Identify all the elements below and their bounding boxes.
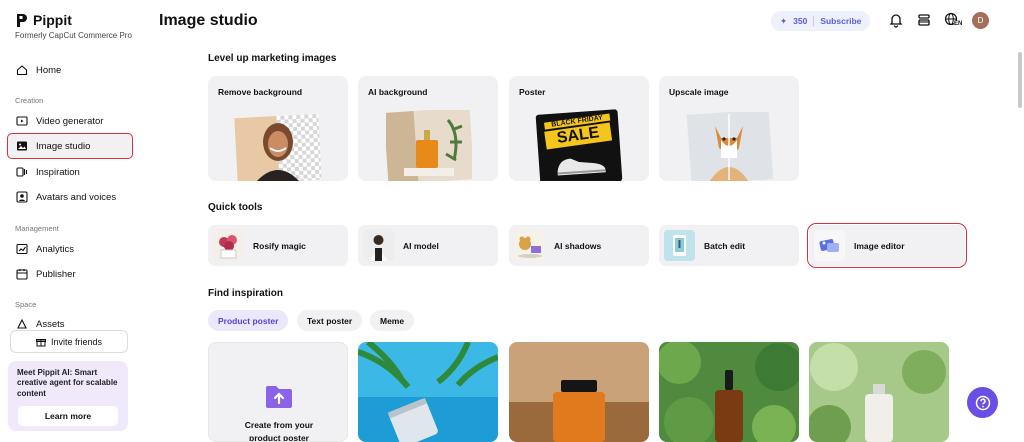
tool-image-editor[interactable]: Image editor — [807, 223, 967, 268]
tool-ai-model[interactable]: AI model — [358, 225, 498, 266]
batch-edit-thumbnail — [664, 230, 695, 261]
invite-friends-button[interactable]: Invite friends — [10, 330, 128, 353]
help-button[interactable] — [967, 387, 998, 418]
avatar-icon — [16, 191, 28, 203]
sidebar-item-video-generator[interactable]: Video generator — [8, 109, 132, 133]
sidebar-item-label: Home — [36, 64, 62, 76]
sidebar-item-analytics[interactable]: Analytics — [8, 237, 132, 261]
tool-label: Image editor — [854, 240, 905, 251]
inspiration-thumbnail-lotion[interactable] — [809, 342, 949, 442]
chip-product-poster[interactable]: Product poster — [208, 310, 289, 331]
bell-icon[interactable] — [888, 12, 904, 28]
brand-name: Pippit — [33, 12, 72, 28]
calendar-icon — [16, 269, 28, 280]
image-studio-icon — [17, 141, 27, 151]
sparkle-icon: ✦ — [780, 15, 788, 26]
card-label: AI background — [368, 87, 428, 97]
create-card-text: Create from your product poster — [209, 419, 347, 442]
chip-text-poster[interactable]: Text poster — [297, 310, 363, 331]
ai-background-thumbnail — [386, 110, 472, 181]
sidebar-item-label: Video generator — [36, 115, 104, 127]
video-generator-icon — [16, 116, 28, 126]
sidebar: Pippit Formerly CapCut Commerce Pro Home… — [0, 0, 140, 442]
sidebar-item-label: Inspiration — [36, 166, 80, 178]
avatar[interactable]: D — [972, 12, 989, 29]
promo-card: Meet Pippit AI: Smart creative agent for… — [8, 361, 128, 431]
scrollbar[interactable] — [1018, 52, 1022, 108]
page-title: Image studio — [159, 12, 258, 29]
sidebar-item-image-studio[interactable]: Image studio — [7, 133, 133, 159]
question-icon — [975, 395, 990, 410]
inspiration-thumbnail-can[interactable] — [358, 342, 498, 442]
sidebar-item-label: Avatars and voices — [36, 191, 117, 203]
brand[interactable]: Pippit — [15, 12, 72, 28]
language-button[interactable]: EN — [944, 12, 964, 30]
section-label-space: Space — [15, 300, 37, 309]
tool-rosify-magic[interactable]: Rosify magic — [208, 225, 348, 266]
tool-ai-shadows[interactable]: AI shadows — [509, 225, 649, 266]
create-text-line-1: Create from your — [244, 420, 314, 430]
rosify-thumbnail — [213, 230, 244, 261]
sidebar-item-home[interactable]: Home — [8, 58, 132, 82]
credits-badge[interactable]: ✦ 350 Subscribe — [771, 11, 871, 31]
card-upscale-image[interactable]: Upscale image — [659, 76, 799, 181]
card-label: Remove background — [218, 87, 303, 97]
section-title-find-inspiration: Find inspiration — [208, 288, 283, 299]
assets-icon — [17, 318, 27, 329]
gift-icon — [35, 338, 46, 346]
sidebar-item-label: Image studio — [36, 140, 91, 152]
sidebar-item-inspiration[interactable]: Inspiration — [8, 160, 132, 184]
ai-shadows-thumbnail — [514, 230, 545, 261]
credits-count: 350 — [793, 16, 808, 26]
card-label: Poster — [519, 87, 546, 97]
sidebar-item-publisher[interactable]: Publisher — [8, 262, 132, 286]
sidebar-item-label: Assets — [36, 318, 65, 330]
analytics-icon — [16, 243, 28, 255]
inbox-icon[interactable] — [916, 12, 932, 28]
sneaker-image — [557, 158, 606, 176]
section-title-level-up: Level up marketing images — [208, 53, 337, 64]
learn-more-button[interactable]: Learn more — [18, 406, 118, 426]
section-label-management: Management — [15, 224, 59, 233]
ai-model-thumbnail — [363, 230, 394, 261]
card-ai-background[interactable]: AI background — [358, 76, 498, 181]
section-label-creation: Creation — [15, 96, 44, 105]
upscale-image-thumbnail — [686, 112, 773, 181]
remove-background-thumbnail — [234, 114, 322, 181]
inspiration-thumbnail-perfume[interactable] — [509, 342, 649, 442]
home-icon — [16, 65, 28, 76]
chip-meme[interactable]: Meme — [370, 310, 415, 331]
brand-subtitle: Formerly CapCut Commerce Pro — [15, 31, 132, 40]
card-label: Upscale image — [669, 87, 729, 97]
sidebar-item-avatars-voices[interactable]: Avatars and voices — [8, 185, 132, 209]
create-from-product-poster-card[interactable]: Create from your product poster — [208, 342, 348, 442]
sidebar-item-label: Analytics — [36, 243, 75, 255]
tool-label: Batch edit — [704, 240, 746, 251]
inspiration-thumbnail-serum[interactable] — [659, 342, 799, 442]
image-editor-thumbnail — [814, 230, 845, 261]
poster-thumbnail: BLACK FRIDAY SALE — [535, 109, 623, 181]
create-text-line-2: product poster — [249, 432, 309, 442]
subscribe-link[interactable]: Subscribe — [820, 16, 861, 26]
sidebar-item-label: Publisher — [36, 268, 76, 280]
tool-label: AI model — [403, 240, 439, 251]
tool-label: Rosify magic — [253, 240, 306, 251]
divider — [813, 16, 815, 26]
invite-label: Invite friends — [50, 336, 103, 347]
inspiration-icon — [16, 167, 28, 177]
card-poster[interactable]: Poster BLACK FRIDAY SALE — [509, 76, 649, 181]
section-title-quick-tools: Quick tools — [208, 202, 263, 213]
tool-batch-edit[interactable]: Batch edit — [659, 225, 799, 266]
folder-upload-icon — [266, 386, 292, 408]
card-remove-background[interactable]: Remove background — [208, 76, 348, 181]
pippit-logo-icon — [17, 13, 27, 27]
tool-label: AI shadows — [554, 240, 602, 251]
promo-text: Meet Pippit AI: Smart creative agent for… — [17, 368, 118, 398]
language-badge: EN — [954, 21, 963, 27]
